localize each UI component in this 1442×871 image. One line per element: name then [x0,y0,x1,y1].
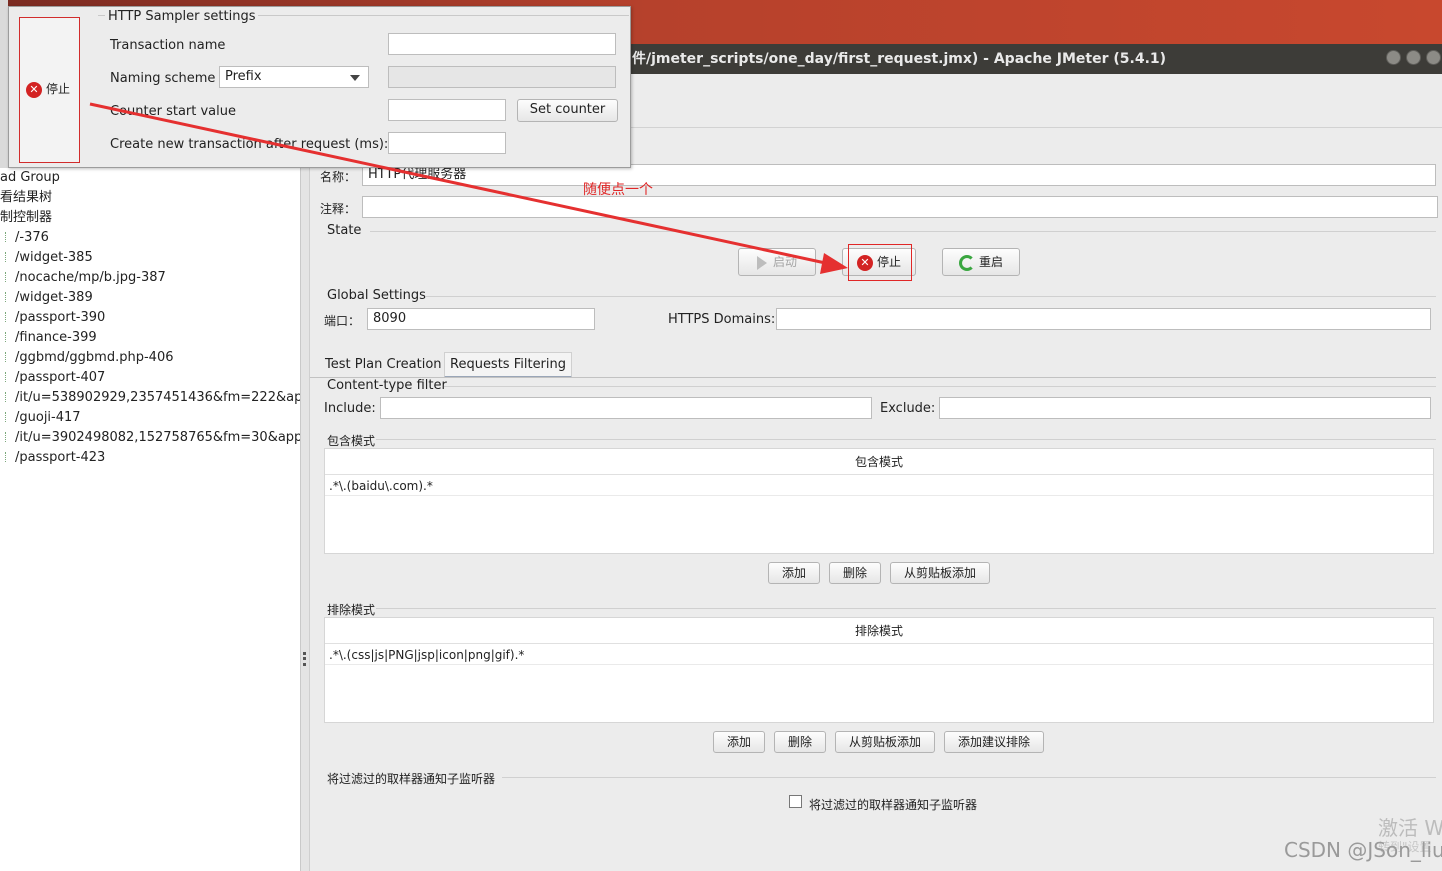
comment-label: 注释： [320,202,357,216]
tree-item[interactable]: /passport-407 [0,368,105,388]
content-type-filter-title: Content-type filter [327,378,447,393]
tree-item[interactable]: /nocache/mp/b.jpg-387 [0,268,166,288]
transaction-name-field[interactable] [388,33,616,55]
include-delete-button[interactable]: 删除 [829,562,881,584]
comment-field[interactable] [362,196,1438,218]
chevron-down-icon [350,75,360,81]
include-patterns-table: 包含模式 .*\.(baidu\.com).* [324,448,1434,554]
name-label: 名称： [320,170,357,184]
include-field[interactable] [380,397,872,419]
window-title: 件/jmeter_scripts/one_day/first_request.j… [628,44,1442,74]
http-sampler-settings-popup: ✕ 停止 HTTP Sampler settings Transaction na… [8,6,631,168]
table-row[interactable]: .*\.(css|js|PNG|jsp|icon|png|gif).* [325,645,1433,665]
tree-item[interactable]: /-376 [0,228,49,248]
include-label: Include: [324,401,376,416]
start-button[interactable]: 启动 [738,248,816,276]
naming-scheme-value: Prefix [225,69,262,84]
new-transaction-label: Create new transaction after request (ms… [110,137,389,152]
splitter-grip-icon[interactable] [303,652,306,666]
notify-section-title: 将过滤过的取样器通知子监听器 [327,772,496,786]
restart-button[interactable]: 重启 [942,248,1020,276]
test-plan-tree: ad Group 看结果树 制控制器 /-376 /widget-385 /no… [0,168,301,871]
sampler-settings-title: HTTP Sampler settings [105,9,259,24]
proxy-server-panel: 名称： HTTP代理服务器 注释： State 启动 ✕ 停止 重启 Global… [310,128,1442,871]
port-field[interactable]: 8090 [367,308,595,330]
annotation-text: 随便点一个 [583,182,653,198]
notify-checkbox-label: 将过滤过的取样器通知子监听器 [809,798,978,812]
notify-checkbox[interactable] [789,795,802,808]
content-type-divider [444,386,1436,387]
tree-item[interactable]: 制控制器 [0,208,52,228]
set-counter-button[interactable]: Set counter [517,99,618,122]
stop-highlight-box [848,244,912,281]
port-label: 端口： [324,314,361,328]
state-group-title: State [327,223,362,238]
naming-scheme-label: Naming scheme [110,71,216,86]
exclude-table-header: 排除模式 [325,618,1433,644]
naming-scheme-select[interactable]: Prefix [219,66,369,88]
panel-splitter[interactable] [301,168,310,871]
maximize-button[interactable] [1406,50,1421,65]
restart-icon [958,254,975,271]
start-button-label: 启动 [772,255,797,269]
include-divider [376,439,1436,440]
toolbar-area [628,74,1442,128]
table-row[interactable]: .*\.(baidu\.com).* [325,476,1433,496]
tree-item[interactable]: /passport-423 [0,448,105,468]
play-icon [756,255,767,270]
close-button[interactable] [1426,50,1441,65]
state-divider [370,231,1436,232]
tree-item[interactable]: ad Group [0,168,60,188]
exclude-field[interactable] [939,397,1431,419]
exclude-divider [376,608,1436,609]
exclude-delete-button[interactable]: 删除 [774,731,826,753]
tab-requests-filtering[interactable]: Requests Filtering [444,352,573,378]
exclude-patterns-title: 排除模式 [327,603,376,617]
exclude-add-button[interactable]: 添加 [713,731,765,753]
global-divider [426,296,1436,297]
popup-stop-label: 停止 [46,82,71,96]
csdn-watermark: CSDN @JSon_liu [1284,838,1442,862]
tree-item[interactable]: /guoji-417 [0,408,81,428]
include-patterns-title: 包含模式 [327,434,376,448]
https-domains-field[interactable] [776,308,1431,330]
minimize-button[interactable] [1386,50,1401,65]
exclude-label: Exclude: [880,401,936,416]
popup-stop-button[interactable]: ✕ 停止 [19,17,80,163]
exclude-paste-button[interactable]: 从剪贴板添加 [835,731,935,753]
https-domains-label: HTTPS Domains: [668,312,776,327]
tree-item[interactable]: /it/u=538902929,2357451436&fm=222&app= [0,388,300,408]
tree-item[interactable]: /widget-389 [0,288,93,308]
naming-scheme-extra-field [388,66,616,88]
stop-icon: ✕ [26,81,42,98]
counter-start-label: Counter start value [110,104,237,119]
activate-windows-title: 激活 W [1378,816,1442,840]
add-suggested-exclude-button[interactable]: 添加建议排除 [944,731,1044,753]
include-add-button[interactable]: 添加 [768,562,820,584]
restart-button-label: 重启 [978,255,1003,269]
tree-item[interactable]: /finance-399 [0,328,97,348]
tree-item[interactable]: 看结果树 [0,188,52,208]
include-table-header: 包含模式 [325,449,1433,475]
tree-item[interactable]: /it/u=3902498082,152758765&fm=30&app= [0,428,300,448]
counter-start-field[interactable] [388,99,506,121]
tree-item[interactable]: /passport-390 [0,308,105,328]
transaction-name-label: Transaction name [110,38,226,53]
tab-divider [310,377,1436,378]
include-paste-button[interactable]: 从剪贴板添加 [890,562,990,584]
tab-test-plan-creation[interactable]: Test Plan Creation [325,357,442,372]
exclude-patterns-table: 排除模式 .*\.(css|js|PNG|jsp|icon|png|gif).* [324,617,1434,723]
tree-item[interactable]: /ggbmd/ggbmd.php-406 [0,348,173,368]
notify-divider [502,777,1436,778]
new-transaction-field[interactable] [388,132,506,154]
tree-item[interactable]: /widget-385 [0,248,93,268]
global-settings-title: Global Settings [327,288,426,303]
